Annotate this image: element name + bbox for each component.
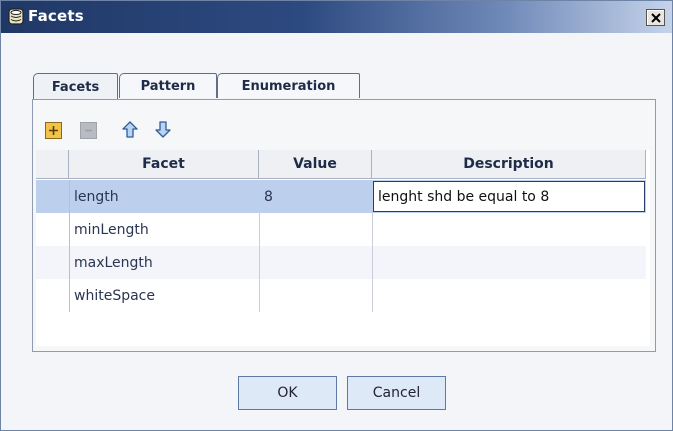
column-header-facet[interactable]: Facet	[69, 150, 259, 179]
tab-label: Pattern	[140, 78, 196, 94]
value-cell[interactable]: 8	[259, 180, 372, 213]
facets-dialog: Facets Facets Pattern Enumeration Facet …	[0, 0, 673, 431]
remove-facet-button[interactable]	[80, 122, 97, 139]
description-cell[interactable]	[372, 246, 646, 279]
tab-enumeration[interactable]: Enumeration	[217, 73, 360, 98]
plus-icon	[49, 126, 58, 135]
description-cell[interactable]	[372, 279, 646, 312]
table-row[interactable]: whiteSpace	[36, 279, 646, 312]
move-down-button[interactable]	[154, 121, 171, 138]
value-cell[interactable]	[259, 279, 372, 312]
value-cell[interactable]	[259, 246, 372, 279]
facet-cell[interactable]: length	[69, 180, 259, 213]
table-row[interactable]: length 8 lenght shd be equal to 8	[36, 180, 646, 213]
facet-cell[interactable]: maxLength	[69, 246, 259, 279]
row-header-corner	[36, 150, 69, 179]
cancel-button[interactable]: Cancel	[347, 376, 446, 410]
tab-label: Facets	[51, 79, 100, 95]
minus-icon	[85, 129, 92, 132]
column-header-description[interactable]: Description	[372, 150, 646, 179]
tab-pattern[interactable]: Pattern	[119, 73, 217, 98]
value-cell[interactable]	[259, 213, 372, 246]
table-row[interactable]: maxLength	[36, 246, 646, 279]
table-row[interactable]: minLength	[36, 213, 646, 246]
column-header-value[interactable]: Value	[259, 150, 372, 179]
arrow-up-icon	[121, 121, 138, 138]
add-facet-button[interactable]	[45, 122, 62, 139]
move-up-button[interactable]	[121, 121, 138, 138]
title-bar[interactable]: Facets	[1, 1, 672, 33]
tab-facets[interactable]: Facets	[33, 73, 118, 100]
facet-cell[interactable]: minLength	[69, 213, 259, 246]
close-button[interactable]	[646, 9, 665, 26]
arrow-down-icon	[154, 121, 171, 138]
facets-panel: Facet Value Description length 8 lenght …	[32, 99, 656, 352]
toolbar	[33, 100, 655, 146]
facet-cell[interactable]: whiteSpace	[69, 279, 259, 312]
tab-label: Enumeration	[241, 78, 336, 94]
description-cell-editor[interactable]: lenght shd be equal to 8	[373, 181, 645, 212]
database-icon	[8, 8, 24, 25]
window-title: Facets	[28, 7, 84, 25]
description-cell[interactable]	[372, 213, 646, 246]
facets-table: Facet Value Description length 8 lenght …	[36, 150, 650, 346]
close-icon	[650, 12, 661, 23]
ok-button[interactable]: OK	[238, 376, 337, 410]
